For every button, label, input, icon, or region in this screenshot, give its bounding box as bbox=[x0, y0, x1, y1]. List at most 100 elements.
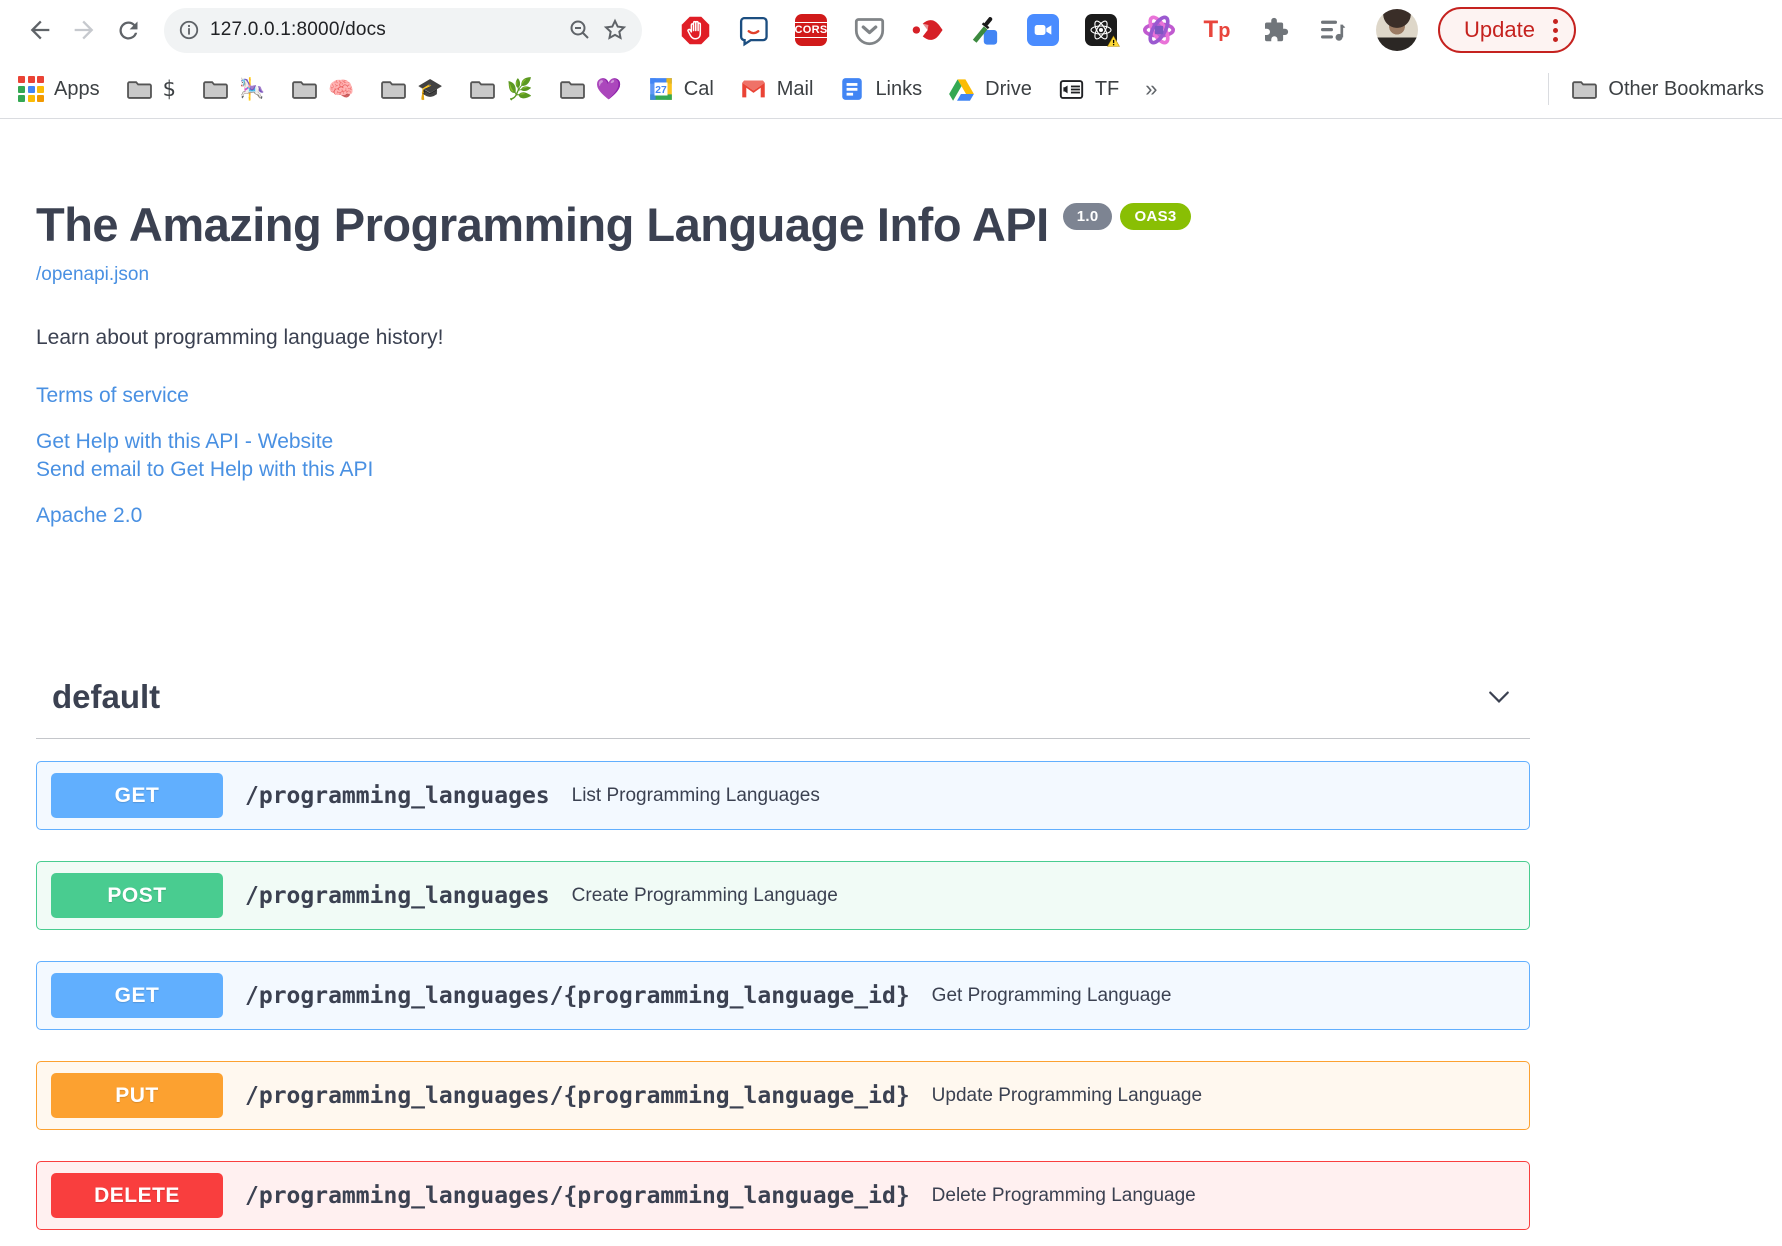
section-default-header[interactable]: default bbox=[36, 678, 1530, 740]
folder-icon bbox=[559, 76, 586, 103]
endpoint-row[interactable]: GET/programming_languages/{programming_l… bbox=[36, 961, 1530, 1031]
bookmark-folder[interactable]: $ bbox=[126, 76, 176, 103]
help-email-link[interactable]: Send email to Get Help with this API bbox=[36, 458, 373, 481]
bookmark-folder[interactable]: 🧠 bbox=[291, 76, 354, 103]
method-badge[interactable]: GET bbox=[51, 773, 223, 819]
warning-badge-icon bbox=[1107, 35, 1120, 47]
back-button[interactable] bbox=[18, 8, 62, 52]
bookmark-emoji: $ bbox=[162, 76, 176, 101]
terms-of-service-link[interactable]: Terms of service bbox=[36, 384, 189, 407]
endpoint-row[interactable]: DELETE/programming_languages/{programmin… bbox=[36, 1161, 1530, 1231]
help-website-link[interactable]: Get Help with this API - Website bbox=[36, 430, 333, 453]
bookmark-emoji: 🧠 bbox=[328, 76, 355, 101]
api-docs-page: The Amazing Programming Language Info AP… bbox=[0, 119, 1782, 1231]
bookmark-label: Drive bbox=[985, 77, 1032, 100]
google-calendar-icon: 27 bbox=[649, 78, 672, 100]
bookmark-label: Cal bbox=[683, 77, 714, 100]
endpoint-row[interactable]: PUT/programming_languages/{programming_l… bbox=[36, 1061, 1530, 1131]
bookmark-folder[interactable]: 💜 bbox=[559, 76, 622, 103]
adblock-icon[interactable] bbox=[678, 13, 712, 47]
bookmarks-bar: Apps $ 🎠 🧠 🎓 🌿 💜 27 Cal Mail Links Drive… bbox=[0, 60, 1782, 119]
endpoint-summary: Get Programming Language bbox=[931, 984, 1172, 1006]
license-link[interactable]: Apache 2.0 bbox=[36, 504, 142, 527]
method-badge[interactable]: GET bbox=[51, 973, 223, 1019]
url-text[interactable]: 127.0.0.1:8000/docs bbox=[210, 19, 558, 41]
update-label: Update bbox=[1464, 17, 1535, 42]
folder-icon bbox=[1572, 80, 1598, 99]
version-badge: 1.0 bbox=[1062, 203, 1113, 230]
update-button[interactable]: Update bbox=[1438, 7, 1576, 53]
bookmark-folder[interactable]: 🎓 bbox=[380, 76, 443, 103]
color-eyedropper-icon[interactable] bbox=[968, 13, 1002, 47]
other-bookmarks-label: Other Bookmarks bbox=[1608, 77, 1764, 100]
openapi-json-link[interactable]: /openapi.json bbox=[36, 264, 149, 286]
blue-doc-icon bbox=[842, 78, 863, 100]
endpoint-summary: List Programming Languages bbox=[571, 784, 820, 806]
folder-icon bbox=[469, 76, 496, 103]
browser-toolbar: 127.0.0.1:8000/docs CORS Tp Update bbox=[0, 0, 1782, 60]
bookmark-folder[interactable]: 🎠 bbox=[202, 76, 265, 103]
bookmark-cal[interactable]: 27 Cal bbox=[648, 76, 714, 102]
gmail-icon bbox=[742, 80, 765, 97]
puzzle-extensions-icon[interactable] bbox=[1258, 13, 1292, 47]
endpoint-row[interactable]: GET/programming_languages List Programmin… bbox=[36, 761, 1530, 831]
bookmarks-overflow-chevron[interactable]: » bbox=[1145, 76, 1157, 102]
reload-button[interactable] bbox=[106, 8, 150, 52]
folder-icon bbox=[126, 76, 153, 103]
endpoint-path[interactable]: /programming_languages bbox=[245, 883, 550, 909]
bookmark-star-icon[interactable] bbox=[602, 17, 628, 43]
chevron-down-icon[interactable] bbox=[1484, 682, 1514, 712]
folder-icon bbox=[380, 76, 407, 103]
endpoint-summary: Create Programming Language bbox=[571, 884, 838, 906]
bookmark-label: TF bbox=[1094, 77, 1120, 100]
media-queue-icon[interactable] bbox=[1316, 13, 1350, 47]
pocket-icon[interactable] bbox=[852, 13, 886, 47]
folder-icon bbox=[291, 76, 318, 103]
google-drive-icon bbox=[949, 78, 975, 101]
site-info-icon[interactable] bbox=[178, 19, 200, 41]
bookmarks-divider bbox=[1548, 73, 1550, 105]
method-badge[interactable]: POST bbox=[51, 873, 223, 919]
method-badge[interactable]: DELETE bbox=[51, 1173, 223, 1219]
oas3-badge: OAS3 bbox=[1120, 203, 1191, 230]
browser-menu-icon[interactable] bbox=[1552, 18, 1558, 42]
folder-icon bbox=[202, 76, 229, 103]
bookmark-label: Apps bbox=[54, 77, 100, 100]
zoom-out-icon[interactable] bbox=[568, 18, 592, 42]
endpoints-list: GET/programming_languages List Programmin… bbox=[36, 761, 1530, 1231]
bookmark-links[interactable]: Links bbox=[839, 76, 922, 102]
bookmark-drive[interactable]: Drive bbox=[948, 76, 1032, 103]
bookmark-folder[interactable]: 🌿 bbox=[469, 76, 533, 103]
purple-atom-icon[interactable] bbox=[1142, 13, 1176, 47]
section-title: default bbox=[52, 678, 161, 716]
endpoint-summary: Delete Programming Language bbox=[931, 1184, 1196, 1206]
tp-icon[interactable]: Tp bbox=[1200, 13, 1234, 47]
bookmark-label: Links bbox=[875, 77, 923, 100]
apps-grid-icon bbox=[18, 76, 44, 102]
bookmark-emoji: 💜 bbox=[595, 76, 622, 101]
address-bar[interactable]: 127.0.0.1:8000/docs bbox=[164, 7, 642, 53]
endpoint-summary: Update Programming Language bbox=[931, 1084, 1203, 1106]
bookmark-tf[interactable]: TF bbox=[1058, 76, 1119, 103]
endpoint-path[interactable]: /programming_languages bbox=[245, 783, 550, 809]
extensions-row: CORS Tp bbox=[678, 13, 1350, 47]
method-badge[interactable]: PUT bbox=[51, 1073, 223, 1119]
forward-button[interactable] bbox=[62, 8, 106, 52]
endpoint-path[interactable]: /programming_languages/{programming_lang… bbox=[245, 1183, 910, 1209]
bookmark-mail[interactable]: Mail bbox=[740, 76, 814, 103]
endpoint-path[interactable]: /programming_languages/{programming_lang… bbox=[245, 983, 910, 1009]
cors-icon[interactable]: CORS bbox=[791, 13, 831, 47]
red-share-arrow-icon[interactable] bbox=[910, 13, 944, 47]
other-bookmarks[interactable]: Other Bookmarks bbox=[1571, 76, 1764, 103]
bookmark-apps[interactable]: Apps bbox=[18, 76, 100, 102]
api-description: Learn about programming language history… bbox=[36, 326, 444, 349]
chat-bubble-icon[interactable] bbox=[736, 13, 770, 47]
bookmark-label: Mail bbox=[776, 77, 814, 100]
react-devtools-icon[interactable] bbox=[1084, 13, 1120, 47]
zoom-camera-icon[interactable] bbox=[1026, 13, 1060, 47]
svg-text:27: 27 bbox=[655, 85, 667, 96]
profile-avatar[interactable] bbox=[1376, 9, 1418, 51]
endpoint-path[interactable]: /programming_languages/{programming_lang… bbox=[245, 1083, 910, 1109]
endpoint-row[interactable]: POST/programming_languages Create Program… bbox=[36, 861, 1530, 931]
bookmark-emoji: 🎓 bbox=[417, 76, 444, 101]
